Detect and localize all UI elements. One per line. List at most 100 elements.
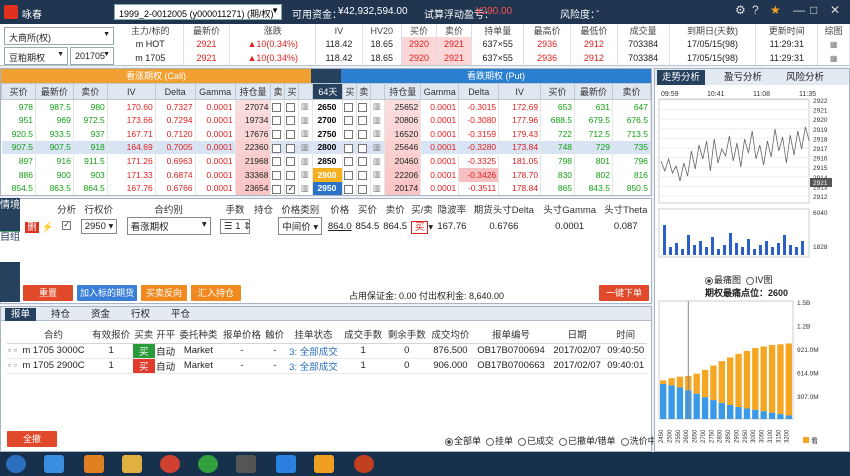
- filter-radio[interactable]: [620, 437, 629, 446]
- put-sell-cell[interactable]: [356, 99, 372, 114]
- bar-chart-icon[interactable]: ▥: [298, 113, 314, 127]
- chain-row[interactable]: 897 916 911.5 171.26 0.6963 0.0001 21968 ▥ 2850 ▥…: [1, 154, 652, 168]
- bar-chart-icon[interactable]: ▥: [298, 99, 314, 114]
- reset-button[interactable]: 重置: [23, 285, 73, 301]
- orders-tab[interactable]: 行权: [125, 308, 156, 321]
- orders-col-header[interactable]: 日期: [549, 325, 605, 344]
- call-sell-checkbox[interactable]: [272, 102, 282, 112]
- market-col-header[interactable]: 卖价: [436, 24, 473, 37]
- strike-cell[interactable]: 2750: [312, 126, 344, 141]
- orders-col-header[interactable]: 买卖: [132, 325, 155, 344]
- orders-col-header[interactable]: 时间: [604, 325, 647, 344]
- import-positions-button[interactable]: 汇入持仓: [191, 285, 241, 301]
- market-col-header[interactable]: 持单量: [471, 24, 525, 37]
- filter-radio[interactable]: [486, 437, 495, 446]
- chain-col-header[interactable]: IV: [106, 83, 156, 100]
- call-buy-checkbox[interactable]: [286, 102, 296, 112]
- bar-chart-icon[interactable]: ▥: [370, 126, 386, 141]
- put-sell-checkbox[interactable]: [358, 102, 368, 112]
- bar-chart-icon[interactable]: ▥: [370, 140, 386, 155]
- chain-row[interactable]: 886 900 903 171.33 0.6874 0.0001 33368 ▥ 2900 ▥ 22…: [1, 167, 652, 182]
- minimize-icon[interactable]: —: [793, 3, 805, 17]
- row-action-icons[interactable]: ▫ ▫: [7, 358, 18, 374]
- call-buy-cell[interactable]: [284, 140, 300, 155]
- price-input[interactable]: 864.0: [328, 221, 352, 232]
- market-col-header[interactable]: 主力/标的: [118, 24, 184, 37]
- chain-col-header[interactable]: 64天: [312, 83, 344, 100]
- call-sell-checkbox[interactable]: [272, 129, 282, 139]
- orders-col-header[interactable]: 委托种类: [176, 325, 221, 344]
- video-icon[interactable]: [276, 455, 296, 473]
- chart-icon[interactable]: ▦: [817, 37, 850, 51]
- tab-scenario[interactable]: 情境: [0, 200, 20, 232]
- close-icon[interactable]: ✕: [830, 3, 840, 17]
- analysis-tab[interactable]: 盈亏分析: [719, 70, 767, 85]
- put-sell-cell[interactable]: [356, 181, 372, 196]
- orders-tab[interactable]: 资金: [85, 308, 116, 321]
- market-col-header[interactable]: IV: [315, 24, 363, 37]
- call-buy-cell[interactable]: [284, 154, 300, 168]
- bar-chart-icon[interactable]: ▥: [370, 99, 386, 114]
- market-row[interactable]: m HOT 2921 ▲10(0.34%) 118.42 18.65 2920 2921 63…: [118, 37, 850, 51]
- orders-col-header[interactable]: 报单价格: [220, 325, 264, 344]
- maxpain-radio[interactable]: [705, 276, 713, 285]
- chain-col-header[interactable]: 卖价: [72, 83, 108, 100]
- call-buy-cell[interactable]: [284, 113, 300, 127]
- folder-icon[interactable]: [122, 455, 142, 473]
- submit-order-button[interactable]: 一键下单: [599, 285, 649, 301]
- put-buy-cell[interactable]: [342, 140, 358, 155]
- chain-row[interactable]: 920.5 933.5 937 167.71 0.7120 0.0001 17676 ▥ 275…: [1, 126, 652, 141]
- market-col-header[interactable]: 最低价: [570, 24, 618, 37]
- call-sell-checkbox[interactable]: [272, 170, 282, 180]
- strike-cell[interactable]: 2900: [312, 167, 344, 182]
- call-sell-checkbox[interactable]: [272, 143, 282, 153]
- market-col-header[interactable]: 最新价: [183, 24, 231, 37]
- put-buy-checkbox[interactable]: [344, 116, 354, 126]
- analysis-tab[interactable]: 风险分析: [781, 70, 829, 85]
- market-col-header[interactable]: HV20: [362, 24, 402, 37]
- reverse-button[interactable]: 买卖反向: [141, 285, 187, 301]
- cancel-all-button[interactable]: 全撤: [7, 431, 57, 447]
- star-app-icon[interactable]: [314, 455, 334, 473]
- chain-col-header[interactable]: 卖价: [611, 83, 652, 100]
- call-sell-cell[interactable]: [270, 181, 286, 196]
- market-col-header[interactable]: 买价: [401, 24, 438, 37]
- qty-stepper[interactable]: ☰ 1 ⇕: [220, 218, 251, 234]
- bar-chart-icon[interactable]: ▥: [370, 167, 386, 182]
- chain-col-header[interactable]: 买: [342, 83, 358, 100]
- settings-icon[interactable]: ⚙: [735, 3, 746, 17]
- chain-col-header[interactable]: 最新价: [34, 83, 74, 100]
- bar-chart-icon[interactable]: ▥: [298, 140, 314, 155]
- chain-row[interactable]: 907.5 907.5 918 164.69 0.7005 0.0001 22360 ▥ 280…: [1, 140, 652, 155]
- call-sell-checkbox[interactable]: [272, 184, 282, 194]
- order-record-row[interactable]: ▫ ▫ m 1705 2900C 1 买自动 Market - -3: 全部成交 1 0 906.…: [7, 358, 647, 374]
- put-sell-cell[interactable]: [356, 126, 372, 141]
- filter-radio[interactable]: [559, 437, 568, 446]
- chain-col-header[interactable]: 买价: [1, 83, 36, 100]
- put-buy-checkbox[interactable]: [344, 157, 354, 167]
- put-sell-checkbox[interactable]: [358, 143, 368, 153]
- put-buy-checkbox[interactable]: [344, 184, 354, 194]
- filter-radio[interactable]: [518, 437, 527, 446]
- green-app-icon[interactable]: [198, 455, 218, 473]
- product-select[interactable]: 豆粕期权 ▼: [4, 47, 68, 65]
- chain-col-header[interactable]: Gamma: [194, 83, 236, 100]
- filter-radio[interactable]: [445, 437, 453, 446]
- put-buy-cell[interactable]: [342, 154, 358, 168]
- price-type-select[interactable]: 中间价 ▾: [278, 217, 323, 235]
- chain-col-header[interactable]: 持仓量: [234, 83, 272, 100]
- call-sell-checkbox[interactable]: [272, 116, 282, 126]
- chain-row[interactable]: 978 987.5 980 170.60 0.7327 0.0001 27074 ▥ 2650 ▥…: [1, 99, 652, 114]
- put-sell-checkbox[interactable]: [358, 170, 368, 180]
- orders-col-header[interactable]: 剩余手数: [384, 325, 429, 344]
- call-sell-cell[interactable]: [270, 140, 286, 155]
- put-sell-checkbox[interactable]: [358, 129, 368, 139]
- call-buy-cell[interactable]: [284, 126, 300, 141]
- put-buy-checkbox[interactable]: [344, 170, 354, 180]
- put-buy-cell[interactable]: [342, 126, 358, 141]
- put-buy-checkbox[interactable]: [344, 143, 354, 153]
- orders-col-header[interactable]: 报单编号: [472, 325, 550, 344]
- recorder-icon[interactable]: [354, 455, 374, 473]
- market-col-header[interactable]: 更新时间: [755, 24, 819, 37]
- orders-col-header[interactable]: 成交手数: [341, 325, 385, 344]
